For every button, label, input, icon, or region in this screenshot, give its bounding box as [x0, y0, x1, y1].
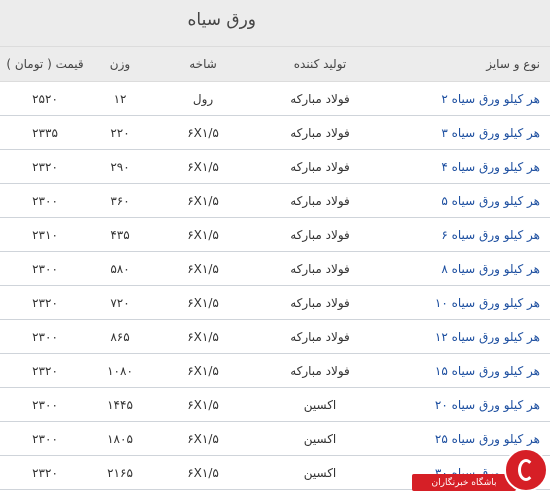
cell-type[interactable]: هر کیلو ورق سیاه ۶	[360, 218, 540, 251]
cell-branch: ۶X۱/۵	[187, 261, 219, 276]
price-table: نوع و سایز تولید کننده شاخه وزن قیمت ( ت…	[0, 46, 550, 490]
cell-manufacturer: اکسین	[303, 397, 337, 412]
cell-type[interactable]: هر کیلو ورق سیاه ۵	[360, 184, 540, 217]
header-type: نوع و سایز	[486, 57, 540, 71]
table-row: هر کیلو ورق سیاه ۶ فولاد مبارکه ۶X۱/۵ ۴۳۵ ۲۳…	[0, 218, 550, 252]
cell-price: ۲۳۲۰	[32, 295, 58, 310]
cell-weight: ۵۸۰	[110, 261, 130, 276]
cell-type[interactable]: هر کیلو ورق سیاه ۴	[360, 150, 540, 183]
header-manufacturer: تولید کننده	[293, 57, 347, 71]
cell-weight: ۲۱۶۵	[107, 465, 133, 480]
table-row: هر کیلو ورق سیاه ۱۵ فولاد مبارکه ۶X۱/۵ ۱۰۸۰…	[0, 354, 550, 388]
cell-price: ۲۳۰۰	[32, 193, 58, 208]
cell-price: ۲۳۰۰	[32, 431, 58, 446]
cell-type[interactable]: هر کیلو ورق سیاه ۱۵	[360, 354, 540, 387]
cell-branch: ۶X۱/۵	[187, 397, 219, 412]
cell-price: ۲۳۲۰	[32, 159, 58, 174]
table-row: هر کیلو ورق سیاه ۲۰ اکسین ۶X۱/۵ ۱۴۴۵ ۲۳۰۰	[0, 388, 550, 422]
cell-type[interactable]: هر کیلو ورق سیاه ۱۲	[360, 320, 540, 353]
cell-weight: ۲۹۰	[110, 159, 130, 174]
watermark-logo: باشگاه خبرنگاران	[412, 448, 550, 493]
header-weight: وزن	[109, 57, 131, 71]
table-row: هر کیلو ورق سیاه ۳ فولاد مبارکه ۶X۱/۵ ۲۲۰ ۲۳…	[0, 116, 550, 150]
cell-manufacturer: فولاد مبارکه	[290, 295, 350, 310]
cell-type[interactable]: هر کیلو ورق سیاه ۸	[360, 252, 540, 285]
page-title: ورق سیاه	[187, 10, 256, 30]
cell-weight: ۱۴۴۵	[107, 397, 133, 412]
cell-branch: ۶X۱/۵	[187, 159, 219, 174]
table-row: هر کیلو ورق سیاه ۱۲ فولاد مبارکه ۶X۱/۵ ۸۶۵ ۲…	[0, 320, 550, 354]
cell-branch: ۶X۱/۵	[187, 295, 219, 310]
table-row: هر کیلو ورق سیاه ۲ فولاد مبارکه رول ۱۲ ۲۵۲۰	[0, 82, 550, 116]
page-title-bar: ورق سیاه	[0, 0, 550, 46]
cell-price: ۲۵۲۰	[32, 91, 58, 106]
cell-type[interactable]: هر کیلو ورق سیاه ۲	[360, 82, 540, 115]
header-price: قیمت ( تومان )	[6, 57, 84, 71]
cell-branch: ۶X۱/۵	[187, 465, 219, 480]
cell-manufacturer: فولاد مبارکه	[290, 159, 350, 174]
cell-weight: ۴۳۵	[110, 227, 130, 242]
cell-weight: ۷۲۰	[110, 295, 130, 310]
table-row: هر کیلو ورق سیاه ۵ فولاد مبارکه ۶X۱/۵ ۳۶۰ ۲۳…	[0, 184, 550, 218]
cell-price: ۲۳۱۰	[32, 227, 58, 242]
cell-type[interactable]: هر کیلو ورق سیاه ۳	[360, 116, 540, 149]
cell-manufacturer: فولاد مبارکه	[290, 227, 350, 242]
cell-price: ۲۳۰۰	[32, 329, 58, 344]
header-branch: شاخه	[189, 57, 217, 71]
cell-branch: ۶X۱/۵	[187, 227, 219, 242]
cell-weight: ۱۲	[113, 91, 127, 106]
cell-type[interactable]: هر کیلو ورق سیاه ۱۰	[360, 286, 540, 319]
table-body: هر کیلو ورق سیاه ۲ فولاد مبارکه رول ۱۲ ۲۵۲۰ ه…	[0, 82, 550, 490]
cell-branch: رول	[192, 91, 214, 106]
table-row: هر کیلو ورق سیاه ۴ فولاد مبارکه ۶X۱/۵ ۲۹۰ ۲۳…	[0, 150, 550, 184]
table-header: نوع و سایز تولید کننده شاخه وزن قیمت ( ت…	[0, 46, 550, 82]
cell-manufacturer: فولاد مبارکه	[290, 261, 350, 276]
news-agency-logo-icon	[504, 448, 548, 492]
cell-weight: ۸۶۵	[110, 329, 130, 344]
cell-manufacturer: فولاد مبارکه	[290, 193, 350, 208]
watermark-label: باشگاه خبرنگاران	[412, 474, 516, 491]
table-row: هر کیلو ورق سیاه ۸ فولاد مبارکه ۶X۱/۵ ۵۸۰ ۲۳…	[0, 252, 550, 286]
cell-price: ۲۳۰۰	[32, 261, 58, 276]
cell-price: ۲۳۲۰	[32, 363, 58, 378]
table-row: هر کیلو ورق سیاه ۱۰ فولاد مبارکه ۶X۱/۵ ۷۲۰ ۲…	[0, 286, 550, 320]
cell-branch: ۶X۱/۵	[187, 125, 219, 140]
cell-type[interactable]: هر کیلو ورق سیاه ۲۰	[360, 388, 540, 421]
cell-manufacturer: اکسین	[303, 465, 337, 480]
cell-price: ۲۳۰۰	[32, 397, 58, 412]
cell-manufacturer: اکسین	[303, 431, 337, 446]
cell-price: ۲۳۳۵	[32, 125, 58, 140]
cell-branch: ۶X۱/۵	[187, 329, 219, 344]
cell-weight: ۱۸۰۵	[107, 431, 133, 446]
cell-price: ۲۳۲۰	[32, 465, 58, 480]
cell-manufacturer: فولاد مبارکه	[290, 125, 350, 140]
cell-weight: ۲۲۰	[110, 125, 130, 140]
cell-weight: ۱۰۸۰	[107, 363, 133, 378]
cell-weight: ۳۶۰	[110, 193, 130, 208]
cell-branch: ۶X۱/۵	[187, 431, 219, 446]
cell-manufacturer: فولاد مبارکه	[290, 91, 350, 106]
cell-manufacturer: فولاد مبارکه	[290, 363, 350, 378]
cell-branch: ۶X۱/۵	[187, 363, 219, 378]
cell-branch: ۶X۱/۵	[187, 193, 219, 208]
cell-manufacturer: فولاد مبارکه	[290, 329, 350, 344]
